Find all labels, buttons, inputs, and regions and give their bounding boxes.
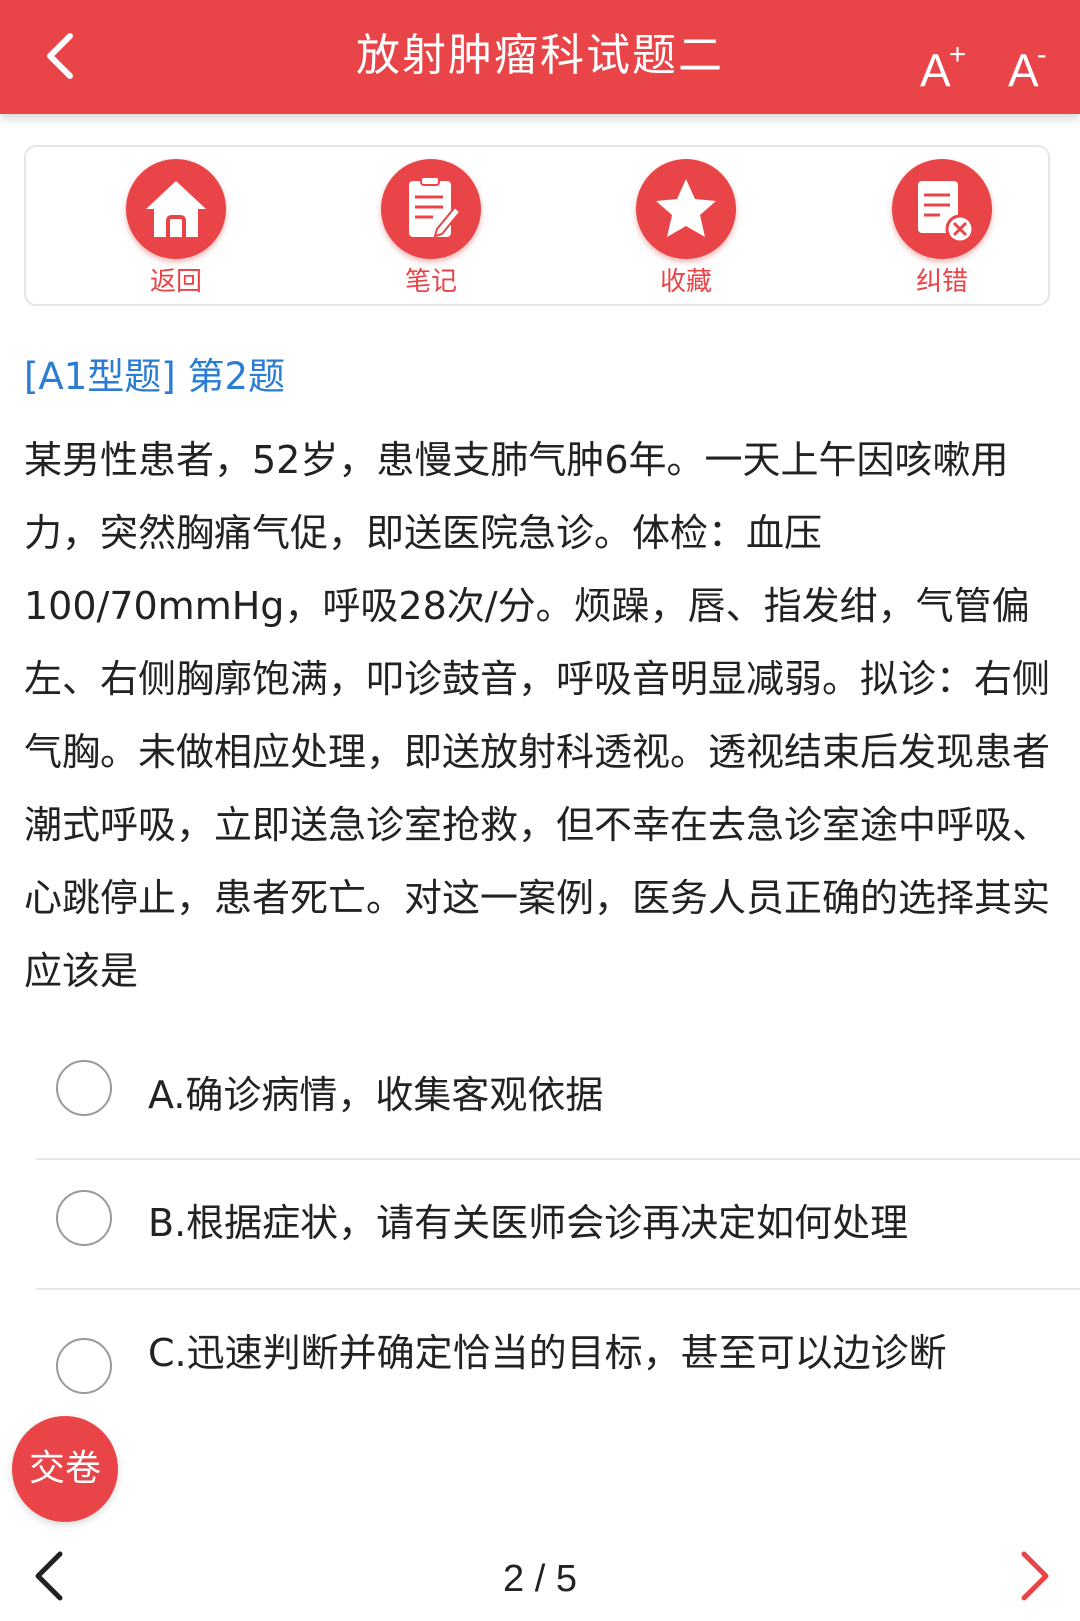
report-error-icon: [892, 159, 992, 259]
question-type-number: [A1型题] 第2题: [24, 355, 286, 398]
notes-label: 笔记: [404, 267, 457, 297]
home-icon: [126, 159, 226, 259]
action-bar: 返回 笔记 收藏 纠错: [24, 145, 1050, 306]
back-button[interactable]: [36, 28, 86, 84]
star-icon: [636, 159, 736, 259]
question-text: 某男性患者，52岁，患慢支肺气肿6年。一天上午因咳嗽用力，突然胸痛气促，即送医院…: [24, 438, 1051, 993]
return-label: 返回: [149, 267, 202, 297]
radio-button[interactable]: [56, 1190, 112, 1246]
page-title: 放射肿瘤科试题二: [356, 30, 724, 81]
favorite-label: 收藏: [659, 267, 712, 297]
option-text: A.确诊病情，收集客观依据: [148, 1073, 604, 1117]
next-question-button[interactable]: [1014, 1548, 1054, 1604]
report-error-button[interactable]: 纠错: [872, 159, 1012, 299]
radio-button[interactable]: [56, 1338, 112, 1394]
radio-button[interactable]: [56, 1060, 112, 1116]
option-text: C.迅速判断并确定恰当的目标，甚至可以边诊断: [148, 1331, 947, 1375]
favorite-button[interactable]: 收藏: [616, 159, 756, 299]
notepad-icon: [381, 159, 481, 259]
app-header: 放射肿瘤科试题二 A+ A-: [0, 0, 1080, 114]
submit-exam-button[interactable]: 交卷: [12, 1416, 118, 1522]
notes-button[interactable]: 笔记: [361, 159, 501, 299]
font-decrease-button[interactable]: A-: [1008, 36, 1047, 95]
report-error-label: 纠错: [915, 267, 968, 297]
chevron-right-icon: [1021, 1551, 1049, 1601]
option-c[interactable]: C.迅速判断并确定恰当的目标，甚至可以边诊断: [0, 1290, 1080, 1416]
option-text: B.根据症状，请有关医师会诊再决定如何处理: [148, 1201, 909, 1245]
return-button[interactable]: 返回: [106, 159, 246, 299]
option-a[interactable]: A.确诊病情，收集客观依据: [0, 1030, 1080, 1156]
font-increase-button[interactable]: A+: [920, 36, 966, 95]
page-indicator: 2 / 5: [503, 1558, 577, 1600]
option-b[interactable]: B.根据症状，请有关医师会诊再决定如何处理: [0, 1160, 1080, 1286]
previous-question-button[interactable]: [30, 1548, 70, 1604]
chevron-left-icon: [35, 1551, 63, 1601]
chevron-left-icon: [47, 33, 73, 79]
